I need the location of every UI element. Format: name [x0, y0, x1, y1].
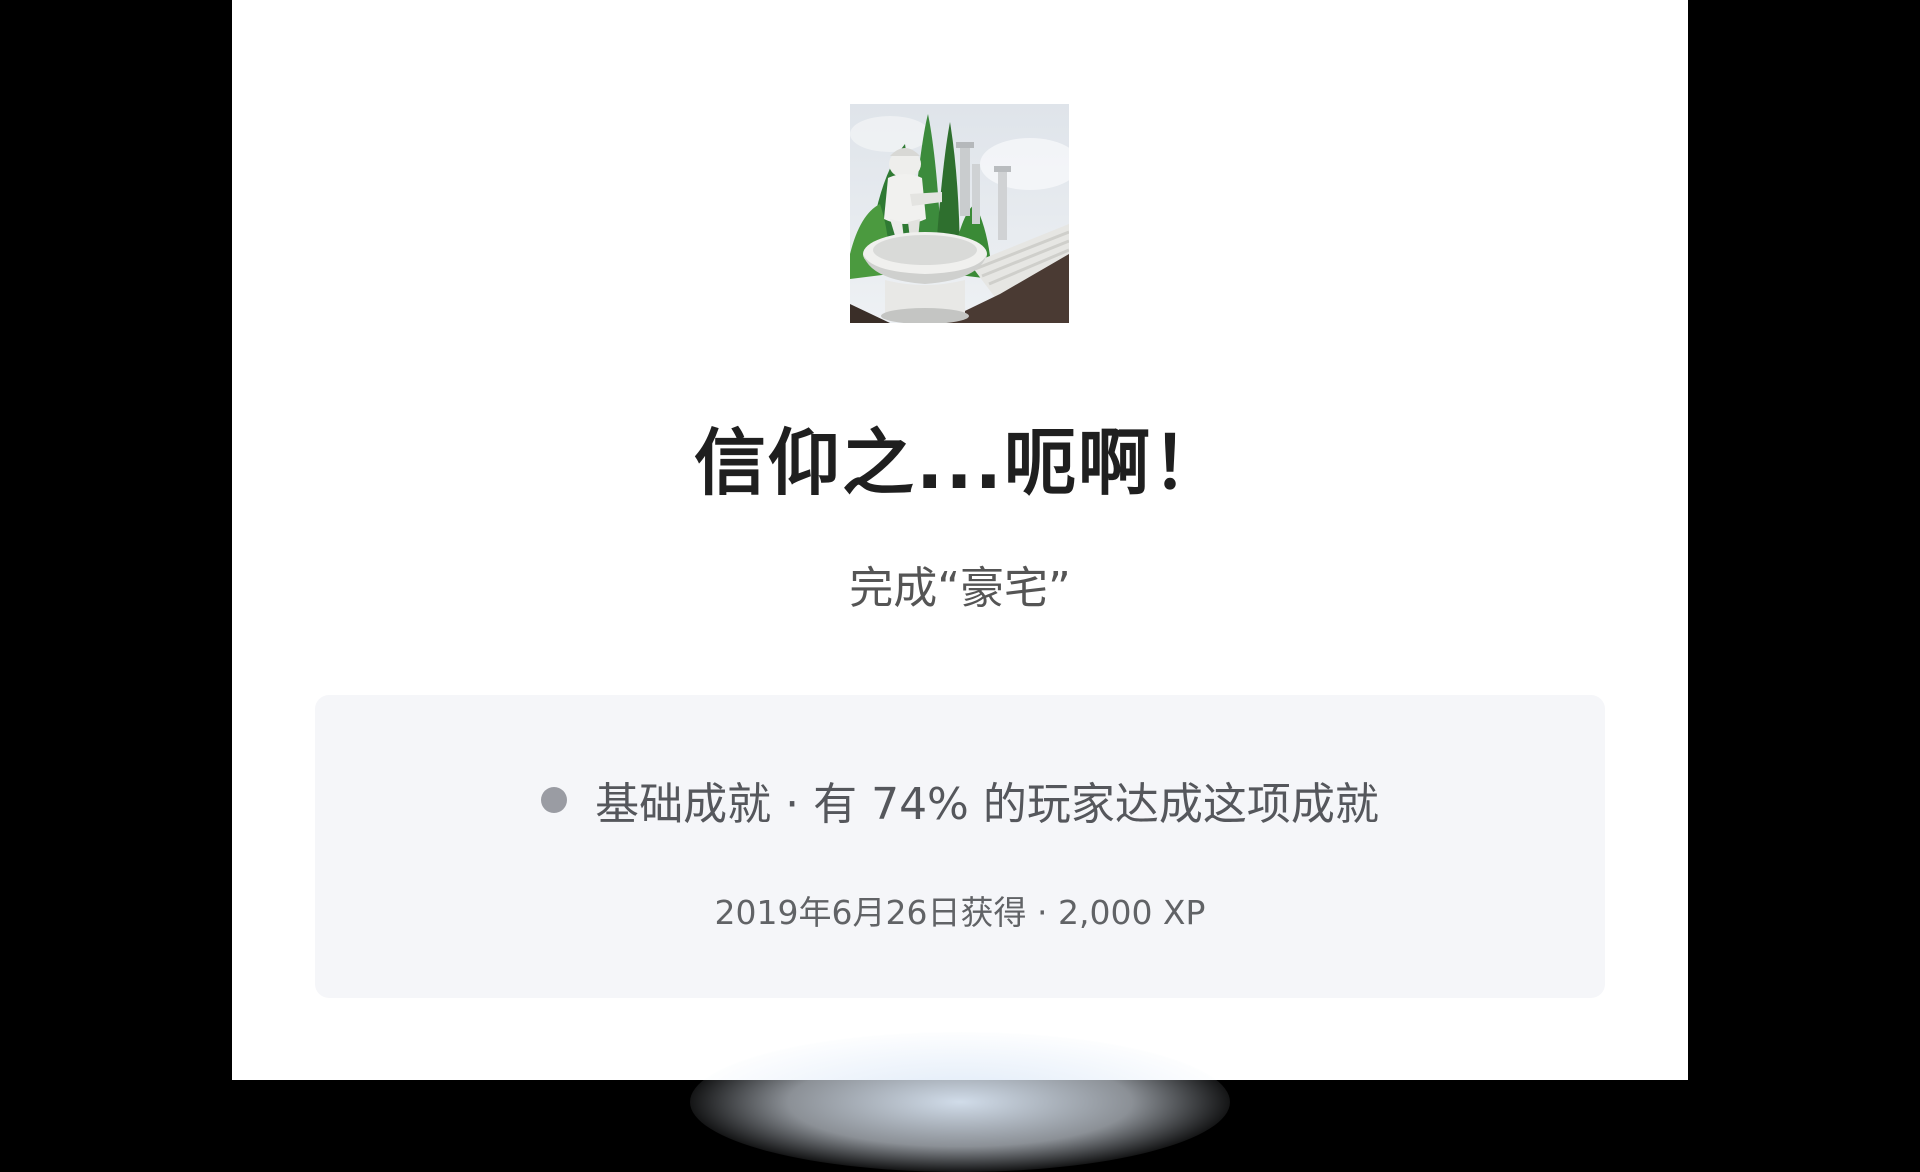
bottom-glow — [690, 1032, 1230, 1172]
achievement-image — [850, 104, 1069, 323]
rarity-row: 基础成就 · 有 74% 的玩家达成这项成就 — [0, 768, 1920, 832]
rarity-text: 基础成就 · 有 74% 的玩家达成这项成就 — [595, 779, 1379, 830]
achievement-info-card — [315, 695, 1605, 998]
achievement-description: 完成“豪宅” — [849, 563, 1071, 614]
earned-date-xp: 2019年6月26日获得 · 2,000 XP — [714, 893, 1206, 932]
achievement-title: 信仰之...呃啊！ — [693, 421, 1227, 505]
rarity-dot-icon — [541, 787, 568, 813]
